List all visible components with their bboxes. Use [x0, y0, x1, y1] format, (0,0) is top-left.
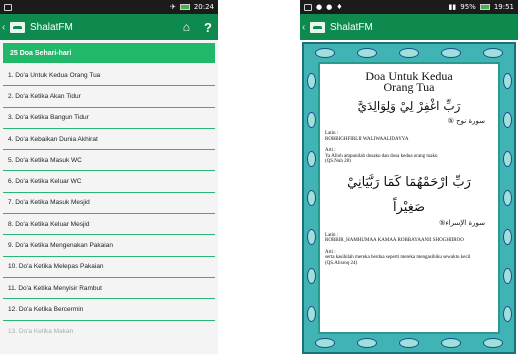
- quran-reference: (QS.Nuh 28): [325, 159, 351, 164]
- latin-text: ROBBIR_HAMHUMAA KAMAA ROBBAYAANII SHOGHI…: [325, 238, 464, 243]
- arti-text: serta kasihilah mereka berdua seperti me…: [325, 255, 471, 260]
- ornament-icon: [306, 228, 316, 245]
- back-chevron-icon[interactable]: ‹: [2, 22, 10, 33]
- ornament-icon: [306, 189, 316, 206]
- arabic-text: صَغِيْراً: [392, 199, 426, 215]
- doa-page: Doa Untuk Kedua Orang Tua رَبِّ اغْفِرْ …: [320, 64, 498, 332]
- list-item[interactable]: 10. Do'a Ketika Melepas Pakaian: [3, 257, 215, 278]
- list-item[interactable]: 2. Do'a Ketika Akan Tidur: [3, 86, 215, 108]
- list-item[interactable]: 7. Do'a Ketika Masuk Mesjid: [3, 193, 215, 215]
- battery-percent: 95%: [460, 3, 476, 11]
- status-time: 19:51: [493, 3, 514, 11]
- ornament-icon: [502, 151, 512, 168]
- list-item[interactable]: 5. Do'a Ketika Masuk WC: [3, 150, 215, 172]
- phone-right-screen: ● ● ♦ ▮▮ 95% 19:51 ‹ ShalatFM Doa Untuk …: [300, 0, 518, 354]
- notification-icon: [304, 3, 312, 11]
- bell-icon: ♦: [336, 3, 343, 11]
- doa-list: 25 Doa Sehari-hari 1. Do'a Untuk Kedua O…: [0, 43, 218, 342]
- ornament-icon: [502, 189, 512, 206]
- frame-right-border: [500, 62, 514, 334]
- app-title: ShalatFM: [330, 21, 373, 33]
- status-bar: ● ● ♦ ▮▮ 95% 19:51: [300, 0, 518, 14]
- quran-reference: (QS.Alisroq 24): [325, 260, 358, 266]
- airplane-icon: ✈: [169, 3, 176, 11]
- ornament-icon: [441, 48, 461, 58]
- ornament-icon: [502, 112, 512, 129]
- list-item[interactable]: 9. Do'a Ketika Mengenakan Pakaian: [3, 235, 215, 257]
- arabic-text: رَبِّ ارْحَمْهُمَا كَمَا رَبَّيَانِيْ: [347, 174, 471, 190]
- list-item[interactable]: 3. Do'a Ketika Bangun Tidur: [3, 108, 215, 129]
- frame-top-border: [304, 44, 514, 62]
- ornament-icon: [357, 48, 377, 58]
- ornament-icon: [399, 338, 419, 348]
- status-bar: ✈ 20:24: [0, 0, 218, 14]
- ornament-icon: [306, 267, 316, 284]
- surah-source: سورة نوح ⑤: [447, 117, 485, 125]
- app-logo-icon[interactable]: [10, 21, 25, 33]
- app-title: ShalatFM: [30, 21, 73, 33]
- list-header: 25 Doa Sehari-hari: [3, 43, 215, 63]
- battery-icon: [179, 4, 190, 10]
- chat-icon: ●: [316, 3, 323, 11]
- ornament-icon: [306, 112, 316, 129]
- ornament-icon: [502, 267, 512, 284]
- app-bar: ‹ ShalatFM: [300, 14, 518, 40]
- doa-content: Doa Untuk Kedua Orang Tua رَبِّ اغْفِرْ …: [300, 40, 518, 354]
- list-item[interactable]: 13. Do'a Ketika Makan: [3, 321, 215, 342]
- list-item[interactable]: 4. Do'a Kebaikan Dunia Akhirat: [3, 129, 215, 151]
- ornament-icon: [502, 228, 512, 245]
- surah-source: سورة الإسراء⑤: [439, 218, 485, 227]
- frame-left-border: [304, 62, 318, 334]
- ornament-icon: [306, 151, 316, 168]
- frame-bottom-border: [304, 334, 514, 352]
- ornament-icon: [315, 338, 335, 348]
- notification-icon: [4, 3, 12, 11]
- battery-icon: [479, 4, 490, 10]
- arabic-text: رَبِّ اغْفِرْ لِيْ وَلِوَالِدَيَّ: [357, 99, 461, 113]
- ornamental-frame: Doa Untuk Kedua Orang Tua رَبِّ اغْفِرْ …: [302, 42, 516, 354]
- list-item[interactable]: 1. Do'a Untuk Kedua Orang Tua: [3, 65, 215, 87]
- phone-left-screen: ✈ 20:24 ‹ ShalatFM ⌂ ? 25 Doa Sehari-har…: [0, 0, 218, 354]
- ornament-icon: [306, 73, 316, 90]
- home-icon[interactable]: ⌂: [183, 21, 190, 33]
- list-item[interactable]: 11. Do'a Ketika Menyisir Rambut: [3, 278, 215, 300]
- doa-title: Doa Untuk Kedua Orang Tua: [365, 69, 453, 94]
- ornament-icon: [502, 306, 512, 323]
- list-item[interactable]: 6. Do'a Ketika Keluar WC: [3, 171, 215, 193]
- latin-text: ROBBIGHFIRLII WALIWAALIDAYYA: [325, 136, 409, 142]
- list-item[interactable]: 12. Do'a Ketika Bercermin: [3, 299, 215, 321]
- back-chevron-icon[interactable]: ‹: [302, 22, 310, 33]
- help-button[interactable]: ?: [204, 21, 212, 34]
- status-time: 20:24: [193, 3, 214, 11]
- message-icon: ●: [326, 3, 333, 11]
- app-logo-icon[interactable]: [310, 21, 325, 33]
- ornament-icon: [441, 338, 461, 348]
- app-bar: ‹ ShalatFM ⌂ ?: [0, 14, 218, 40]
- ornament-icon: [483, 338, 503, 348]
- signal-icon: ▮▮: [448, 3, 457, 11]
- ornament-icon: [483, 48, 503, 58]
- ornament-icon: [357, 338, 377, 348]
- ornament-icon: [315, 48, 335, 58]
- ornament-icon: [306, 306, 316, 323]
- list-item[interactable]: 8. Do'a Ketika Keluar Mesjid: [3, 214, 215, 236]
- ornament-icon: [399, 48, 419, 58]
- ornament-icon: [502, 73, 512, 90]
